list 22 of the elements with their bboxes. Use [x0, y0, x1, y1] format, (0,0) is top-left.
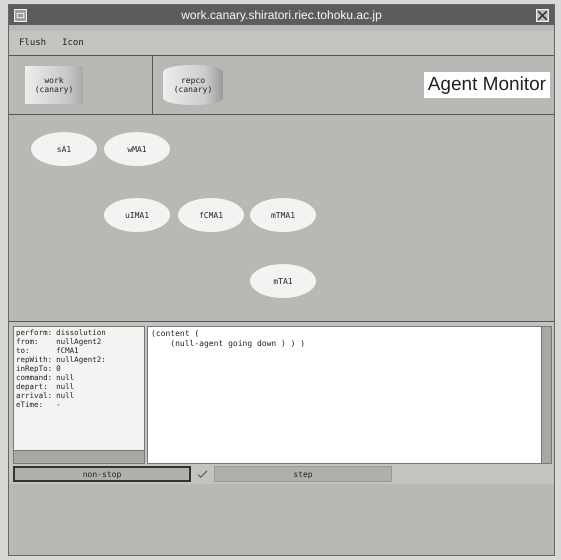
menu-item[interactable]: Flush — [19, 38, 46, 48]
monitor-label: Agent Monitor — [424, 72, 550, 98]
vertical-scrollbar[interactable] — [541, 327, 551, 463]
check-icon — [197, 470, 208, 478]
content-line: (null-agent going down ) ) ) — [169, 339, 306, 349]
agent-node[interactable]: fCMA1 — [178, 198, 244, 232]
agent-node[interactable]: sA1 — [31, 132, 97, 166]
mode-button[interactable]: step — [214, 466, 392, 482]
window-title: work.canary.shiratori.riec.tohoku.ac.jp — [180, 8, 383, 22]
mode-button[interactable]: non-stop — [13, 466, 191, 482]
agent-node[interactable]: uIMA1 — [104, 198, 170, 232]
close-icon[interactable] — [536, 8, 549, 22]
agent-node[interactable]: mTMA1 — [250, 198, 316, 232]
agent-node[interactable]: wMA1 — [104, 132, 170, 166]
host-cylinder[interactable]: repco (canary) — [163, 65, 223, 105]
content-line: (content ( — [151, 329, 200, 339]
content-text-area[interactable]: (content ( (null-agent going down ) ) ) — [147, 326, 552, 464]
horizontal-scrollbar[interactable] — [14, 450, 144, 463]
window-menu-icon[interactable] — [14, 8, 27, 22]
host-box[interactable]: work (canary) — [25, 66, 83, 104]
menu-item[interactable]: Icon — [62, 38, 84, 48]
agent-node[interactable]: mTA1 — [250, 264, 316, 298]
